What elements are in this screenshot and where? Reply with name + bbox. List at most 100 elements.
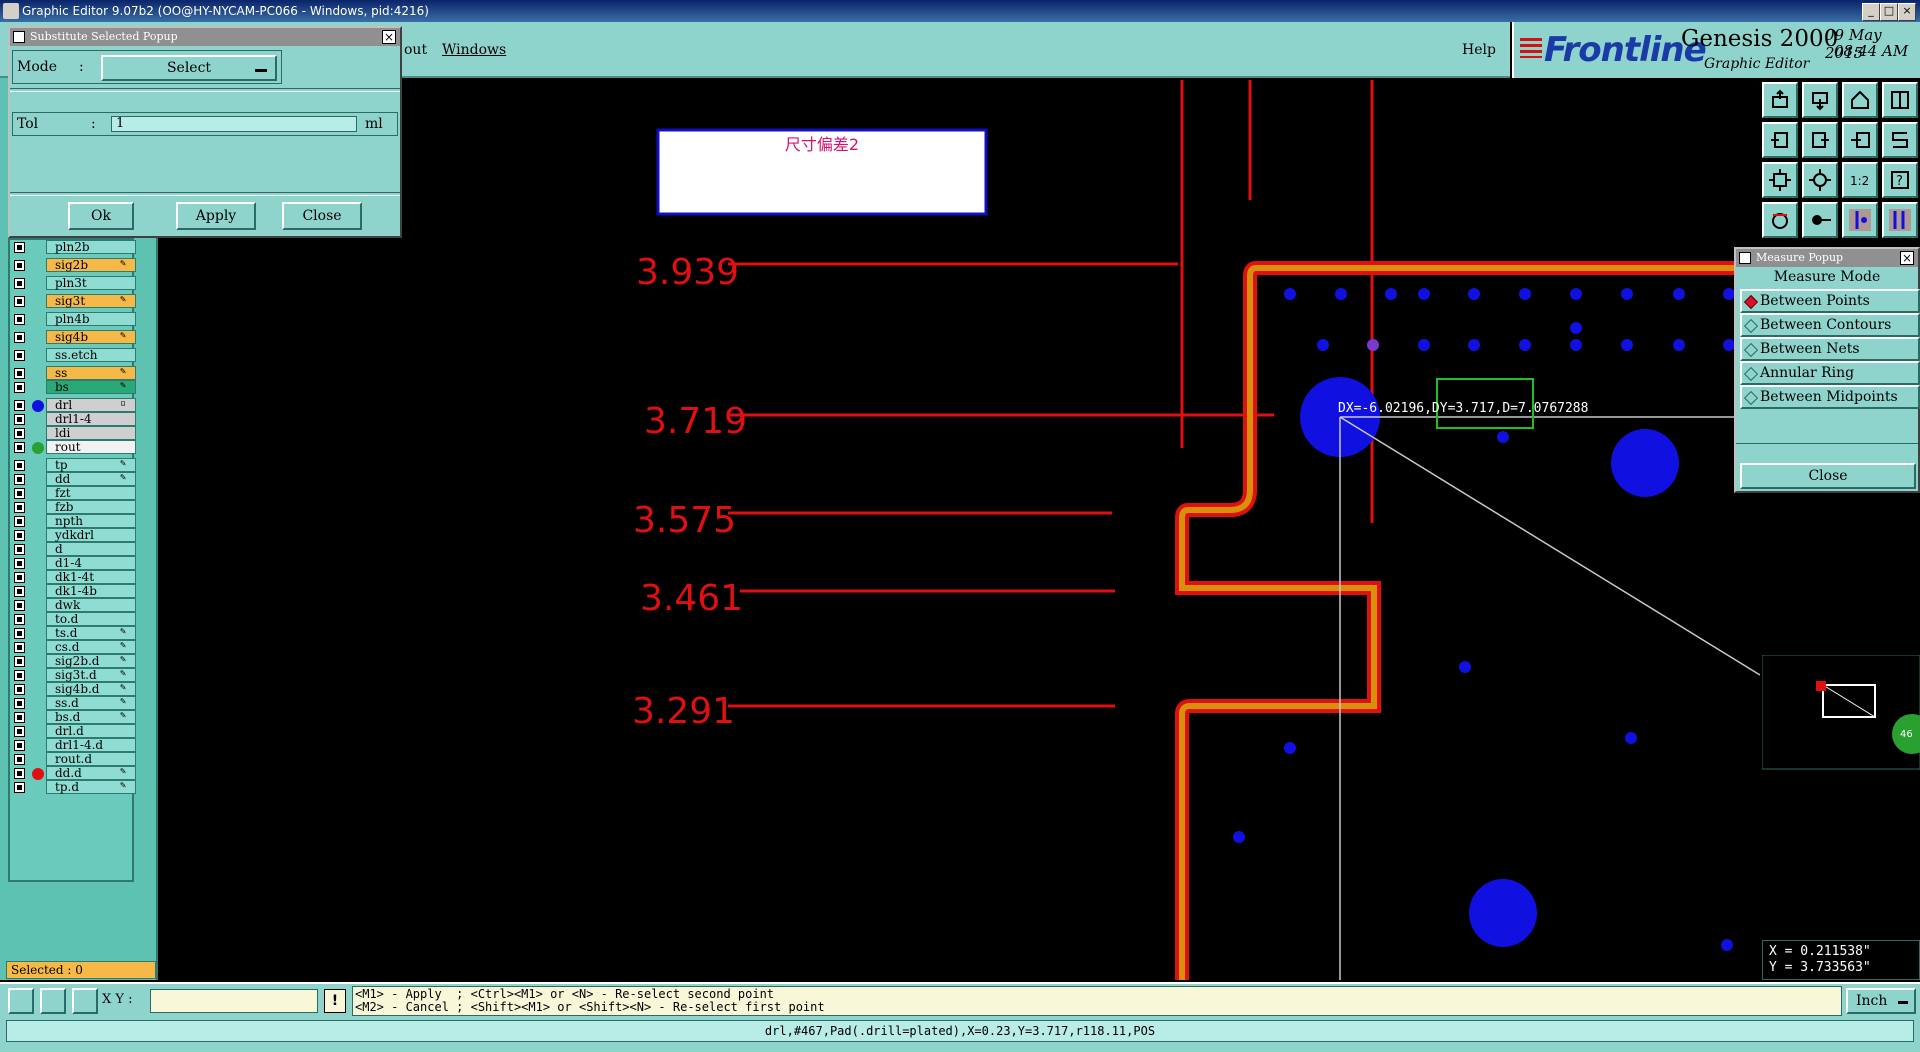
layer-checkbox[interactable] <box>14 614 25 625</box>
layer-name[interactable]: pln3t <box>46 276 136 290</box>
measure-close-button[interactable]: Close <box>1740 463 1916 489</box>
layer-row[interactable]: pln2b <box>10 240 136 255</box>
layer-checkbox[interactable] <box>14 740 25 751</box>
layer-row[interactable]: npth <box>10 514 136 529</box>
layer-checkbox[interactable] <box>14 278 25 289</box>
close-button[interactable]: Close <box>282 202 362 230</box>
ok-button[interactable]: Ok <box>68 202 134 230</box>
layer-row[interactable]: ts.d ✎ <box>10 626 136 641</box>
layer-name[interactable]: drl1-4.d <box>46 738 136 752</box>
layer-name[interactable]: fzt <box>46 486 136 500</box>
layer-row[interactable]: dk1-4t <box>10 570 136 585</box>
layer-checkbox[interactable] <box>14 782 25 793</box>
tool-button[interactable] <box>1882 82 1918 118</box>
layer-checkbox[interactable] <box>14 600 25 611</box>
layer-checkbox[interactable] <box>14 428 25 439</box>
layer-name[interactable]: ss.etch <box>46 348 136 362</box>
layer-row[interactable]: rout.d <box>10 752 136 767</box>
layer-row[interactable]: dk1-4b <box>10 584 136 599</box>
layer-name[interactable]: dk1-4t <box>46 570 136 584</box>
layer-checkbox[interactable] <box>14 684 25 695</box>
grid-tool-icon[interactable] <box>72 988 98 1014</box>
layer-checkbox[interactable] <box>14 642 25 653</box>
layer-row[interactable]: dd ✎ <box>10 472 136 487</box>
layer-checkbox[interactable] <box>14 350 25 361</box>
pan-left-icon[interactable] <box>1762 122 1798 158</box>
tool-button[interactable] <box>1842 122 1878 158</box>
layer-checkbox[interactable] <box>14 726 25 737</box>
snap-icon[interactable] <box>1762 202 1798 238</box>
layer-name[interactable]: rout.d <box>46 752 136 766</box>
layer-list[interactable]: pln2b sig2b ✎ pln3t sig3t ✎ pln4b sig4b ✎ ss.etch… <box>8 238 136 882</box>
layer-checkbox[interactable] <box>14 628 25 639</box>
layer-row[interactable]: sig2b ✎ <box>10 258 136 273</box>
help-icon[interactable]: ? <box>1882 162 1918 198</box>
layer-checkbox[interactable] <box>14 400 25 411</box>
layer-row[interactable]: sig2b.d ✎ <box>10 654 136 669</box>
layer-row[interactable]: d1-4 <box>10 556 136 571</box>
tool-button[interactable] <box>1762 82 1798 118</box>
layer-row[interactable]: sig4b ✎ <box>10 330 136 345</box>
layer-name[interactable]: dwk <box>46 598 136 612</box>
layer-row[interactable]: rout <box>10 440 136 455</box>
layer-row[interactable]: ss.d ✎ <box>10 696 136 711</box>
layer-checkbox[interactable] <box>14 242 25 253</box>
layer-checkbox[interactable] <box>14 460 25 471</box>
layer-name[interactable]: d <box>46 542 136 556</box>
mode-select[interactable]: Select <box>101 55 277 81</box>
layer-row[interactable]: sig3t ✎ <box>10 294 136 309</box>
exclaim-button[interactable]: ! <box>324 989 346 1013</box>
layer-name[interactable]: fzb <box>46 500 136 514</box>
layer-checkbox[interactable] <box>14 414 25 425</box>
measure-tool-icon[interactable] <box>40 988 66 1014</box>
layer-row[interactable]: tp.d ✎ <box>10 780 136 795</box>
layer-checkbox[interactable] <box>14 530 25 541</box>
layer-row[interactable]: bs ✎ <box>10 380 136 395</box>
layer-checkbox[interactable] <box>14 314 25 325</box>
layer-row[interactable]: bs.d ✎ <box>10 710 136 725</box>
layer-checkbox[interactable] <box>14 442 25 453</box>
layer-name[interactable]: drl.d <box>46 724 136 738</box>
measure-mode-option[interactable]: Between Points <box>1740 289 1920 313</box>
minimap[interactable]: 46 <box>1762 655 1920 770</box>
layer-checkbox[interactable] <box>14 474 25 485</box>
layer-checkbox[interactable] <box>14 332 25 343</box>
layer-checkbox[interactable] <box>14 516 25 527</box>
layer-checkbox[interactable] <box>14 382 25 393</box>
layer-row[interactable]: drl1-4 <box>10 412 136 427</box>
measure-mode-option[interactable]: Annular Ring <box>1740 361 1920 385</box>
layer-name[interactable]: to.d <box>46 612 136 626</box>
layer-row[interactable]: dwk <box>10 598 136 613</box>
layer-row[interactable]: sig3t.d ✎ <box>10 668 136 683</box>
home-icon[interactable] <box>1842 82 1878 118</box>
layer-row[interactable]: fzb <box>10 500 136 515</box>
tool-button[interactable] <box>1882 122 1918 158</box>
layer-name[interactable]: npth <box>46 514 136 528</box>
layer-name[interactable]: rout <box>46 440 136 454</box>
layer-name[interactable]: ldi <box>46 426 136 440</box>
menu-windows[interactable]: Windows <box>442 42 506 58</box>
close-window-button[interactable]: × <box>1898 3 1916 21</box>
layer-row[interactable]: drl.d <box>10 724 136 739</box>
layer-checkbox[interactable] <box>14 768 25 779</box>
measure-mode-option[interactable]: Between Midpoints <box>1740 385 1920 409</box>
layer-name[interactable]: dk1-4b <box>46 584 136 598</box>
layer-name[interactable]: pln2b <box>46 240 136 254</box>
layer-row[interactable]: sig4b.d ✎ <box>10 682 136 697</box>
measure-mode-option[interactable]: Between Nets <box>1740 337 1920 361</box>
layer-row[interactable]: d <box>10 542 136 557</box>
pan-right-icon[interactable] <box>1802 122 1838 158</box>
menu-help[interactable]: Help <box>1462 42 1496 58</box>
layer-checkbox[interactable] <box>14 712 25 723</box>
layer-checkbox[interactable] <box>14 502 25 513</box>
layer-checkbox[interactable] <box>14 586 25 597</box>
menu-layout[interactable]: out <box>404 42 427 58</box>
layer-row[interactable]: ldi <box>10 426 136 441</box>
layer-checkbox[interactable] <box>14 754 25 765</box>
scale-1-2-icon[interactable]: 1:2 <box>1842 162 1878 198</box>
layer-checkbox[interactable] <box>14 488 25 499</box>
layer-row[interactable]: cs.d ✎ <box>10 640 136 655</box>
tol-input[interactable]: 1 <box>111 116 357 132</box>
unit-select[interactable]: Inch <box>1846 988 1916 1014</box>
zoom-fit-icon[interactable] <box>1762 162 1798 198</box>
